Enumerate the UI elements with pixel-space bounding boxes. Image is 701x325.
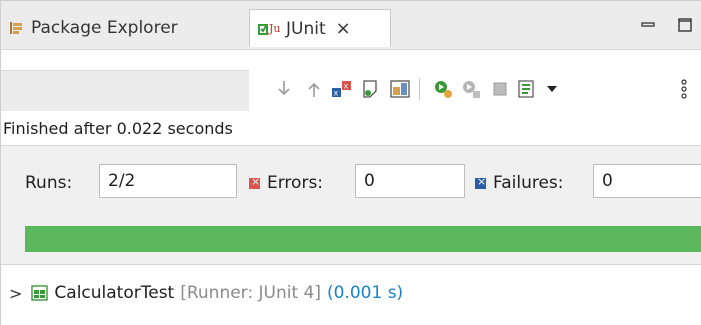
tab-junit-label: JUnit	[286, 18, 326, 39]
runs-value: 2/2	[99, 164, 237, 198]
test-runner-label: [Runner: JUnit 4]	[180, 283, 321, 303]
chevron-right-icon[interactable]: >	[9, 284, 22, 303]
tab-package-explorer[interactable]: Package Explorer	[9, 9, 178, 47]
errors-label-group: Errors:	[249, 173, 323, 193]
test-run-history-icon[interactable]	[515, 78, 537, 100]
tree-item[interactable]: > CalculatorTest [Runner: JUnit 4] (0.00…	[9, 283, 403, 303]
more-icon[interactable]	[673, 78, 695, 100]
runs-label: Runs:	[25, 173, 73, 193]
show-failures-only-icon[interactable]: x x	[331, 78, 353, 100]
view-tab-bar: Package Explorer Ju JUnit ×	[1, 1, 701, 50]
error-icon	[249, 175, 260, 189]
rerun-failed-first-icon[interactable]	[461, 78, 483, 100]
errors-value: 0	[355, 164, 465, 198]
svg-text:x: x	[334, 89, 339, 98]
failures-label-group: Failures:	[475, 173, 564, 193]
scroll-lock-icon[interactable]	[359, 78, 381, 100]
package-explorer-icon	[9, 20, 25, 36]
failure-icon	[475, 175, 486, 189]
errors-label: Errors:	[267, 173, 324, 193]
tab-package-explorer-label: Package Explorer	[31, 18, 178, 38]
toolbar-left-area	[1, 70, 249, 111]
maximize-icon[interactable]	[677, 17, 695, 33]
test-progress-bar	[25, 226, 701, 252]
next-failure-icon[interactable]	[273, 78, 295, 100]
rerun-test-icon[interactable]	[433, 78, 455, 100]
previous-failure-icon[interactable]	[303, 78, 325, 100]
junit-toolbar: x x	[1, 50, 701, 111]
svg-text:Ju: Ju	[268, 22, 280, 35]
test-counters-panel: Runs: 2/2 Errors: 0 Failures: 0	[1, 146, 701, 264]
test-duration: (0.001 s)	[326, 283, 404, 303]
junit-view-window: Package Explorer Ju JUnit × x x Finished…	[0, 0, 701, 325]
run-status-text: Finished after 0.022 seconds	[3, 119, 233, 138]
toolbar-separator	[419, 78, 420, 100]
test-suite-icon	[30, 284, 50, 302]
junit-icon: Ju	[258, 20, 280, 38]
test-class-name: CalculatorTest	[54, 283, 175, 303]
svg-text:x: x	[344, 82, 349, 91]
tab-junit[interactable]: Ju JUnit ×	[249, 9, 391, 47]
view-menu-icon[interactable]	[541, 78, 563, 100]
layout-icon[interactable]	[389, 78, 411, 100]
progress-fill	[25, 226, 701, 252]
minimize-icon[interactable]	[639, 17, 657, 33]
failures-label: Failures:	[493, 173, 564, 193]
stop-icon[interactable]	[489, 78, 511, 100]
divider	[1, 264, 701, 265]
failures-value: 0	[593, 164, 701, 198]
close-tab-icon[interactable]: ×	[336, 18, 351, 39]
